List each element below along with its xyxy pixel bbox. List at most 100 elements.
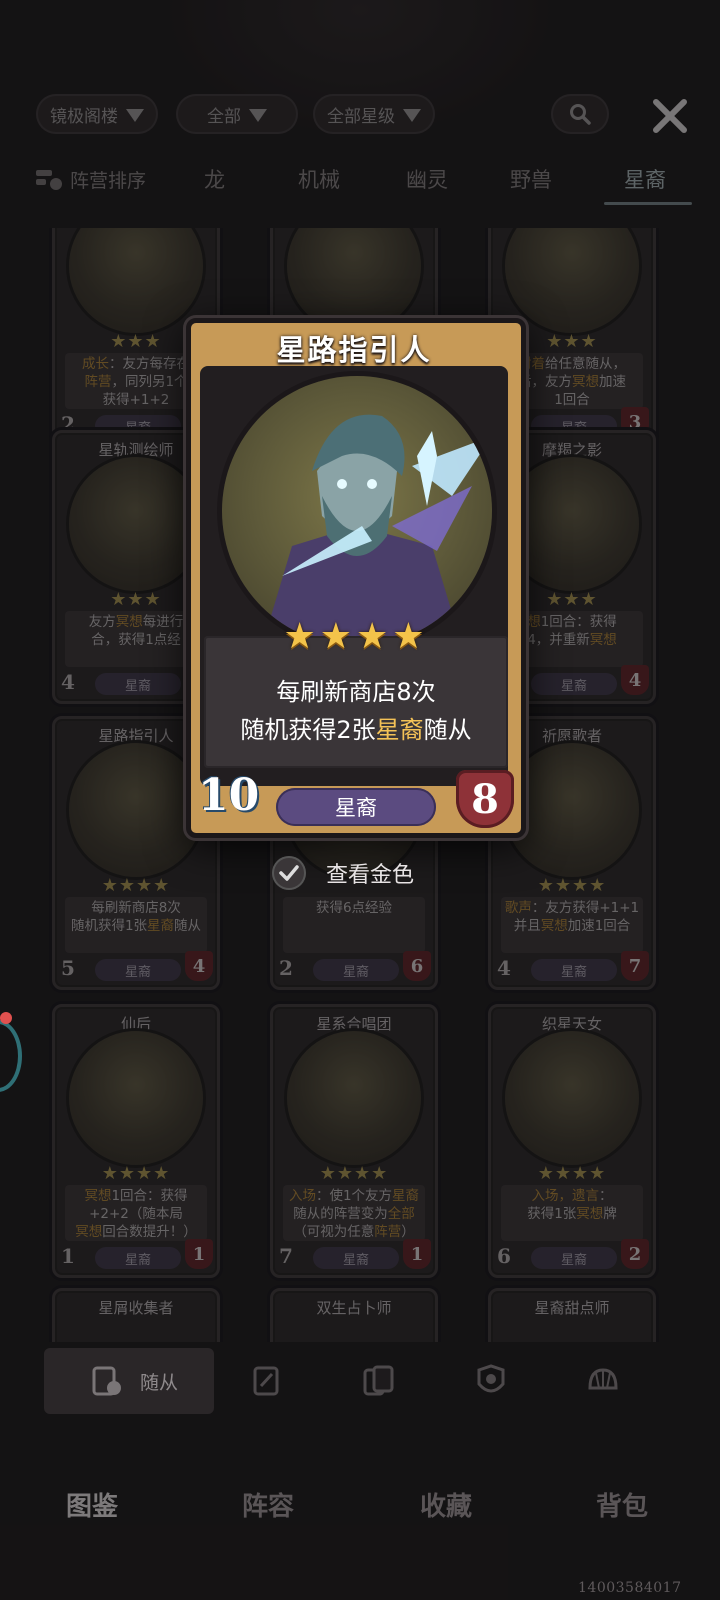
tab-mech[interactable]: 机械 (298, 164, 340, 194)
card-attack: 5 (61, 956, 75, 980)
card-health: 2 (621, 1239, 649, 1269)
nav-collection[interactable]: 收藏 (420, 1486, 472, 1523)
close-icon (653, 99, 687, 133)
card-title: 双生占卜师 (316, 1299, 392, 1317)
chevron-down-icon (403, 108, 421, 122)
card-attack: 2 (279, 956, 293, 980)
card-tribe: 星裔 (531, 673, 617, 695)
card-detail-popup[interactable]: 星路指引人 每刷新商店8次 随机获得2张星裔随从 ★★★★ 10 星裔 8 (186, 318, 526, 838)
card-item[interactable]: 星屑收集者 (52, 1288, 220, 1342)
card-tribe: 星裔 (95, 959, 181, 981)
card-health: 1 (403, 1239, 431, 1269)
checkmark-icon (279, 865, 299, 881)
card-portrait (287, 1031, 421, 1165)
minion-card-icon (92, 1366, 121, 1396)
card-detail-health: 8 (456, 770, 514, 828)
hero-portrait-icon[interactable] (474, 1364, 508, 1398)
card-description: 每刷新商店8次 随机获得1张星裔随从 (65, 897, 207, 953)
card-portrait (69, 1031, 203, 1165)
chevron-down-icon (249, 108, 267, 122)
card-portrait (69, 228, 203, 333)
view-gold-label: 查看金色 (326, 863, 415, 888)
card-stars: ★★★★ (319, 1163, 389, 1184)
star-level-filter-label: 全部星级 (327, 106, 395, 127)
card-health: 7 (621, 951, 649, 981)
location-filter-dropdown[interactable]: 镜极阁楼 (36, 94, 158, 134)
wizard-portrait-icon (262, 414, 492, 646)
card-description: 入场：使1个友方星裔 随从的阵营变为全部 （可视为任意阵营） (283, 1185, 425, 1241)
card-detail-desc-line2: 随机获得2张星裔随从 (204, 710, 508, 745)
subtab-minions[interactable]: 随从 (44, 1348, 214, 1414)
desc-line2-prefix: 随机获得2张 (240, 716, 376, 744)
checkbox[interactable] (272, 856, 306, 890)
desc-line2-tribe: 星裔 (375, 716, 424, 744)
card-health: 4 (621, 665, 649, 695)
card-portrait (69, 743, 203, 877)
card-attack: 6 (497, 1244, 511, 1268)
card-stars: ★★★★ (101, 875, 171, 896)
card-attack: 1 (61, 1244, 75, 1268)
tribe-tabs: 阵营排序 龙 机械 幽灵 野兽 星裔 (0, 158, 720, 208)
card-item[interactable]: 织星天女 ★★★★ 入场，遗言： 获得1张冥想牌 6 星裔 2 (488, 1004, 656, 1278)
search-icon (570, 104, 591, 125)
desc-line2-suffix: 随从 (423, 716, 472, 744)
chevron-down-icon (126, 108, 144, 122)
card-health: 1 (185, 1239, 213, 1269)
card-tribe: 星裔 (313, 959, 399, 981)
card-item[interactable]: 双生占卜师 (270, 1288, 438, 1342)
category-filter-dropdown[interactable]: 全部 (176, 94, 298, 134)
card-title: 星屑收集者 (98, 1299, 174, 1317)
card-stack-icon[interactable] (362, 1364, 396, 1398)
card-tribe: 星裔 (95, 1247, 181, 1269)
card-item[interactable]: 仙后 ★★★★ 冥想1回合：获得 +2+2（随本局 冥想回合数提升！） 1 星裔 1 (52, 1004, 220, 1278)
nav-lineup[interactable]: 阵容 (242, 1486, 294, 1523)
tab-starborn[interactable]: 星裔 (624, 164, 666, 194)
card-tribe: 星裔 (531, 959, 617, 981)
card-portrait (505, 1031, 639, 1165)
card-attack: 4 (497, 956, 511, 980)
card-description: 冥想1回合：获得 +2+2（随本局 冥想回合数提升！） (65, 1185, 207, 1241)
card-title: 星裔甜点师 (534, 1299, 610, 1317)
card-detail-desc-line1: 每刷新商店8次 (276, 678, 436, 706)
card-description: 获得6点经验 (283, 897, 425, 953)
card-portrait (69, 457, 203, 591)
subtab-minions-label: 随从 (140, 1371, 179, 1394)
nav-codex[interactable]: 图鉴 (66, 1486, 118, 1523)
nav-backpack[interactable]: 背包 (596, 1486, 648, 1523)
sort-icon (36, 169, 62, 190)
card-description: 歌声：友方获得+1+1 并且冥想加速1回合 (501, 897, 643, 953)
card-tribe: 星裔 (95, 673, 181, 695)
tab-beast[interactable]: 野兽 (510, 164, 552, 194)
card-attack: 7 (279, 1244, 293, 1268)
filter-bar: 镜极阁楼 全部 全部星级 (0, 94, 720, 140)
card-stars: ★★★★ (537, 1163, 607, 1184)
card-attack: 4 (61, 670, 75, 694)
card-stars: ★★★★ (101, 1163, 171, 1184)
card-detail-portrait (222, 376, 492, 646)
spell-card-icon[interactable] (250, 1364, 284, 1398)
star-level-filter-dropdown[interactable]: 全部星级 (313, 94, 435, 134)
close-button[interactable] (648, 94, 692, 138)
search-button[interactable] (551, 94, 609, 134)
card-description: 入场，遗言： 获得1张冥想牌 (501, 1185, 643, 1241)
shell-icon[interactable] (586, 1364, 620, 1398)
card-detail-stars: ★★★★ (283, 616, 429, 657)
card-tribe: 星裔 (531, 1247, 617, 1269)
collection-subtabs: 随从 (0, 1348, 720, 1414)
active-tab-indicator (604, 202, 692, 205)
tab-dragon[interactable]: 龙 (204, 164, 225, 194)
tab-ghost[interactable]: 幽灵 (406, 164, 448, 194)
card-detail-name: 星路指引人 (276, 333, 432, 367)
card-item[interactable]: 星系合唱团 ★★★★ 入场：使1个友方星裔 随从的阵营变为全部 （可视为任意阵营） … (270, 1004, 438, 1278)
notification-dot (0, 1012, 12, 1024)
card-health: 4 (185, 951, 213, 981)
version-number: 14003584017 (578, 1580, 682, 1596)
tab-sort[interactable]: 阵营排序 (34, 166, 146, 193)
card-stars: ★★★★ (537, 875, 607, 896)
tab-sort-label: 阵营排序 (70, 170, 147, 192)
card-detail-attack: 10 (198, 770, 260, 821)
card-item[interactable]: 星裔甜点师 (488, 1288, 656, 1342)
card-health: 6 (403, 951, 431, 981)
category-filter-label: 全部 (207, 106, 241, 127)
view-gold-toggle[interactable]: 查看金色 (272, 856, 414, 890)
